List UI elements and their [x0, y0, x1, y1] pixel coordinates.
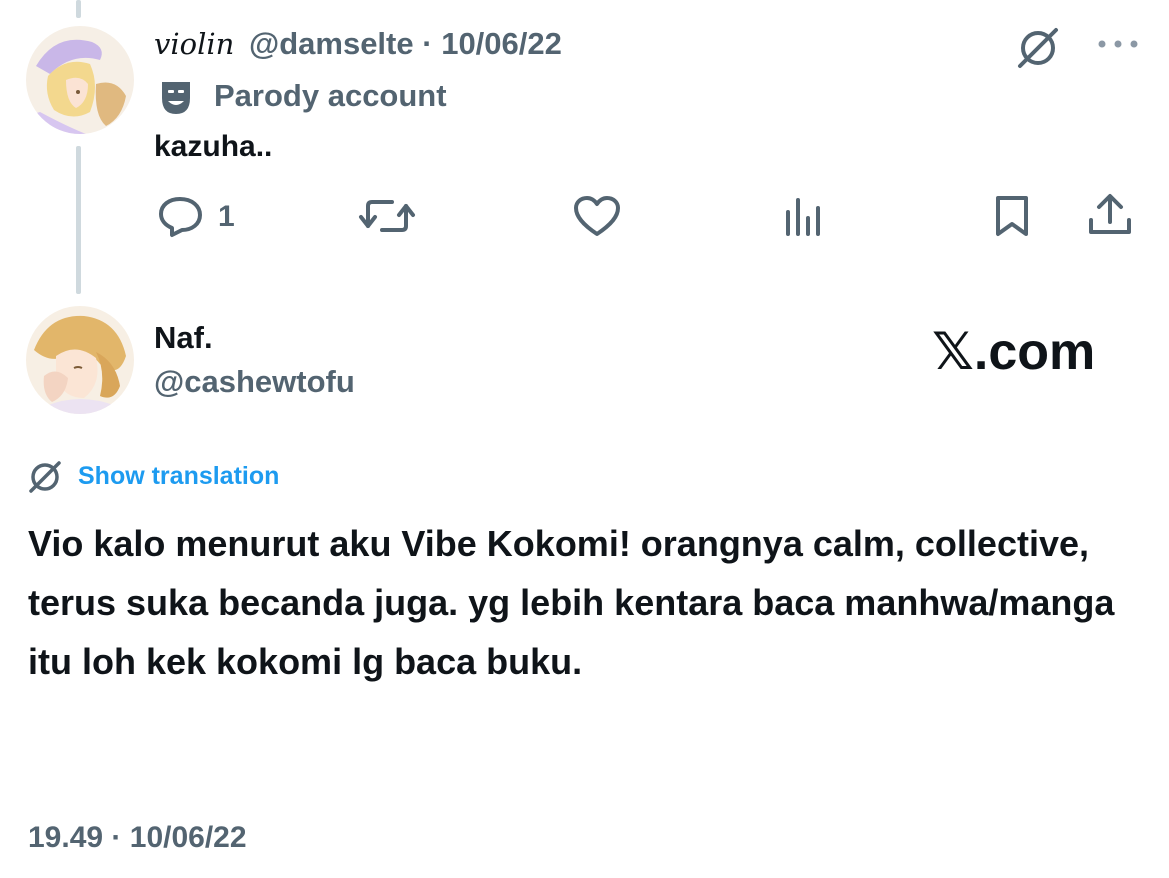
x-logo: 𝕏: [932, 322, 974, 382]
separator-dot: ·: [111, 821, 122, 854]
display-name[interactable]: Naf.: [154, 318, 213, 358]
avatar[interactable]: [26, 306, 134, 414]
handle[interactable]: @cashewtofu: [154, 362, 355, 402]
theater-mask-icon: [156, 78, 196, 118]
tweet-date[interactable]: 10/06/22: [441, 26, 562, 61]
avatar[interactable]: [26, 26, 134, 134]
reply-icon[interactable]: [158, 194, 204, 238]
share-icon[interactable]: [1086, 192, 1134, 238]
thread-line: [76, 146, 81, 294]
more-options-icon[interactable]: [1096, 36, 1140, 52]
retweet-icon[interactable]: [358, 194, 416, 238]
tweet-date: 10/06/22: [129, 821, 247, 854]
x-com-watermark: 𝕏.com: [932, 322, 1095, 382]
bookmark-icon[interactable]: [992, 194, 1032, 238]
no-translate-icon[interactable]: [1014, 24, 1062, 72]
views-icon[interactable]: [784, 196, 824, 236]
tweet-header: violin @damselte · 10/06/22: [154, 24, 562, 64]
parody-label: Parody account: [214, 78, 447, 113]
tweet-timestamp[interactable]: 19.49 · 10/06/22: [28, 818, 247, 858]
like-icon[interactable]: [572, 194, 622, 238]
show-translation-link[interactable]: Show translation: [78, 460, 279, 492]
watermark-domain: .com: [973, 323, 1096, 381]
tweet-text: Vio kalo menurut aku Vibe Kokomi! orangn…: [28, 523, 1115, 682]
separator-dot: ·: [422, 26, 433, 61]
reply-count: 1: [218, 200, 235, 233]
translate-icon: [26, 458, 64, 496]
tweet-text: kazuha..: [154, 130, 273, 163]
handle[interactable]: @damselte: [249, 26, 414, 61]
display-name[interactable]: violin: [154, 27, 234, 61]
thread-line-top: [76, 0, 81, 18]
tweet-time: 19.49: [28, 821, 104, 854]
